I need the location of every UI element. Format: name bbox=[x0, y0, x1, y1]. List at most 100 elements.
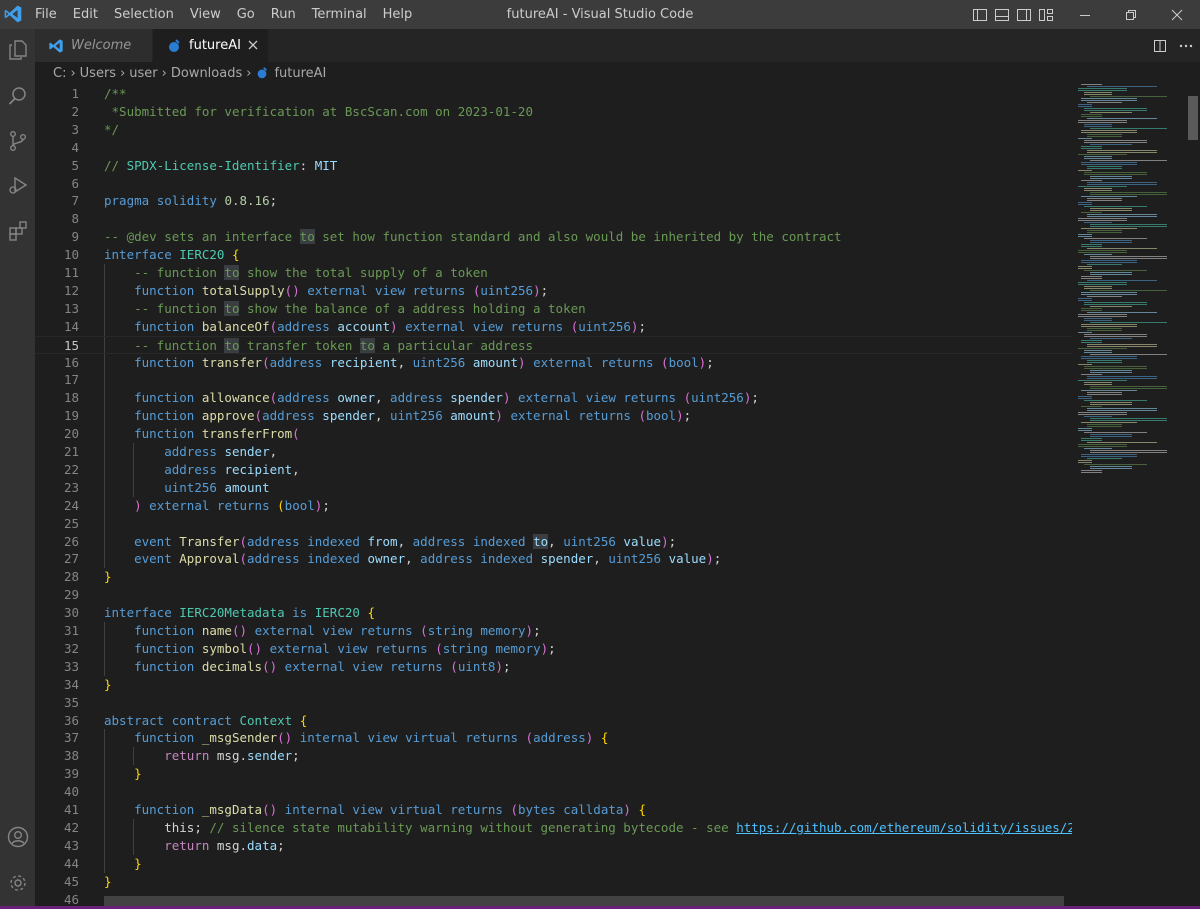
code-line[interactable]: 25 bbox=[35, 515, 1072, 533]
extensions-button[interactable] bbox=[0, 211, 35, 251]
code-line[interactable]: 26 event Transfer(address indexed from, … bbox=[35, 533, 1072, 551]
code-line[interactable]: 4 bbox=[35, 139, 1072, 157]
menu-file[interactable]: File bbox=[27, 0, 65, 29]
code-line[interactable]: 16 function transfer(address recipient, … bbox=[35, 354, 1072, 372]
minimize-button[interactable] bbox=[1062, 0, 1108, 29]
code-text: function _msgSender() internal view virt… bbox=[134, 730, 609, 746]
minimap-line bbox=[1087, 216, 1157, 217]
code-line[interactable]: 7 pragma solidity 0.8.16; bbox=[35, 192, 1072, 210]
accounts-button[interactable] bbox=[0, 817, 35, 857]
code-line[interactable]: 44 } bbox=[35, 855, 1072, 873]
code-line[interactable]: 5 // SPDX-License-Identifier: MIT bbox=[35, 157, 1072, 175]
minimap-line bbox=[1090, 144, 1132, 145]
code-line[interactable]: 35 bbox=[35, 694, 1072, 712]
code-line[interactable]: 8 bbox=[35, 210, 1072, 228]
code-line[interactable]: 10 interface IERC20 { bbox=[35, 246, 1072, 264]
menu-edit[interactable]: Edit bbox=[65, 0, 106, 29]
line-number: 1 bbox=[71, 86, 79, 101]
menu-run[interactable]: Run bbox=[263, 0, 304, 29]
code-line[interactable]: 27 event Approval(address indexed owner,… bbox=[35, 550, 1072, 568]
menu-view[interactable]: View bbox=[182, 0, 229, 29]
breadcrumb-file[interactable]: futureAI bbox=[274, 66, 326, 81]
code-line[interactable]: 1 /** bbox=[35, 85, 1072, 103]
code-line[interactable]: 40 bbox=[35, 783, 1072, 801]
manage-button[interactable] bbox=[0, 863, 35, 903]
tab-futureai[interactable]: futureAI bbox=[153, 29, 268, 62]
code-line[interactable]: 20 function transferFrom( bbox=[35, 425, 1072, 443]
search-button[interactable] bbox=[0, 76, 35, 116]
horizontal-scrollbar[interactable] bbox=[104, 896, 1064, 906]
code-line[interactable]: 34} bbox=[35, 676, 1072, 694]
code-line[interactable]: 14 function balanceOf(address account) e… bbox=[35, 318, 1072, 336]
minimap-line bbox=[1087, 200, 1122, 201]
breadcrumb-user[interactable]: user bbox=[129, 66, 157, 81]
code-line[interactable]: 45} bbox=[35, 873, 1072, 891]
code-line[interactable]: 24 ) external returns (bool); bbox=[35, 497, 1072, 515]
code-line[interactable]: 31 function name() external view returns… bbox=[35, 622, 1072, 640]
minimap-line bbox=[1090, 96, 1167, 97]
code-line[interactable]: 3 */ bbox=[35, 121, 1072, 139]
close-icon[interactable] bbox=[246, 38, 260, 52]
code-line[interactable]: 32 function symbol() external view retur… bbox=[35, 640, 1072, 658]
code-editor[interactable]: 1 /** 2 *Submitted for verification at Bsc… bbox=[35, 84, 1072, 906]
scrollbar-thumb[interactable] bbox=[1188, 96, 1198, 140]
code-line[interactable]: 28} bbox=[35, 568, 1072, 586]
code-text: -- function to transfer token to a parti… bbox=[134, 337, 534, 353]
breadcrumb-drive[interactable]: C: bbox=[53, 66, 66, 81]
minimap[interactable] bbox=[1072, 84, 1186, 484]
code-text: interface IERC20Metadata is IERC20 { bbox=[104, 605, 375, 621]
code-line[interactable]: 23 uint256 amount bbox=[35, 479, 1072, 497]
minimap-line bbox=[1078, 316, 1127, 317]
menu-help[interactable]: Help bbox=[375, 0, 421, 29]
split-editor-icon[interactable] bbox=[1152, 38, 1168, 54]
code-line[interactable]: 6 bbox=[35, 175, 1072, 193]
toggle-secondary-sidebar-icon[interactable] bbox=[1016, 7, 1032, 23]
code-line[interactable]: 39 } bbox=[35, 765, 1072, 783]
code-line[interactable]: 22 address recipient, bbox=[35, 461, 1072, 479]
minimap-line bbox=[1090, 128, 1167, 129]
code-line[interactable]: 15 -- function to transfer token to a pa… bbox=[35, 335, 1072, 354]
vertical-scrollbar[interactable] bbox=[1186, 84, 1200, 906]
code-line[interactable]: 33 function decimals() external view ret… bbox=[35, 658, 1072, 676]
solidity-file-icon bbox=[169, 38, 180, 52]
code-line[interactable]: 42 this; // silence state mutability war… bbox=[35, 819, 1072, 837]
minimap-line bbox=[1090, 450, 1167, 451]
code-line[interactable]: 13 -- function to show the balance of a … bbox=[35, 300, 1072, 318]
minimap-line bbox=[1087, 362, 1122, 363]
code-line[interactable]: 21 address sender, bbox=[35, 443, 1072, 461]
code-line[interactable]: 17 bbox=[35, 371, 1072, 389]
minimap-line bbox=[1084, 124, 1112, 125]
breadcrumb-downloads[interactable]: Downloads bbox=[171, 66, 242, 81]
code-line[interactable]: 11 -- function to show the total supply … bbox=[35, 264, 1072, 282]
source-control-button[interactable] bbox=[0, 121, 35, 161]
close-window-button[interactable] bbox=[1154, 0, 1200, 29]
code-line[interactable]: 41 function _msgData() internal view vir… bbox=[35, 801, 1072, 819]
tab-welcome[interactable]: Welcome bbox=[35, 29, 152, 62]
toggle-panel-icon[interactable] bbox=[994, 7, 1010, 23]
code-line[interactable]: 38 return msg.sender; bbox=[35, 747, 1072, 765]
menu-selection[interactable]: Selection bbox=[106, 0, 182, 29]
menu-terminal[interactable]: Terminal bbox=[304, 0, 375, 29]
code-line[interactable]: 43 return msg.data; bbox=[35, 837, 1072, 855]
code-line[interactable]: 9 -- @dev sets an interface to set how fu… bbox=[35, 228, 1072, 246]
toggle-primary-sidebar-icon[interactable] bbox=[972, 7, 988, 23]
more-actions-icon[interactable] bbox=[1178, 38, 1194, 54]
minimap-line bbox=[1084, 188, 1112, 189]
customize-layout-icon[interactable] bbox=[1038, 7, 1054, 23]
code-line[interactable]: 19 function approve(address spender, uin… bbox=[35, 407, 1072, 425]
code-line[interactable]: 37 function _msgSender() internal view v… bbox=[35, 729, 1072, 747]
breadcrumb-users[interactable]: Users bbox=[80, 66, 116, 81]
restore-button[interactable] bbox=[1108, 0, 1154, 29]
code-line[interactable]: 30 interface IERC20Metadata is IERC20 { bbox=[35, 604, 1072, 622]
code-line[interactable]: 29 bbox=[35, 586, 1072, 604]
minimap-line bbox=[1081, 146, 1102, 147]
code-line[interactable]: 12 function totalSupply() external view … bbox=[35, 282, 1072, 300]
code-text: */ bbox=[104, 121, 120, 137]
run-debug-button[interactable] bbox=[0, 165, 35, 205]
minimap-line bbox=[1087, 296, 1122, 297]
explorer-button[interactable] bbox=[0, 30, 35, 70]
menu-go[interactable]: Go bbox=[229, 0, 263, 29]
code-line[interactable]: 36 abstract contract Context { bbox=[35, 712, 1072, 730]
code-line[interactable]: 18 function allowance(address owner, add… bbox=[35, 389, 1072, 407]
code-line[interactable]: 2 *Submitted for verification at BscScan… bbox=[35, 103, 1072, 121]
